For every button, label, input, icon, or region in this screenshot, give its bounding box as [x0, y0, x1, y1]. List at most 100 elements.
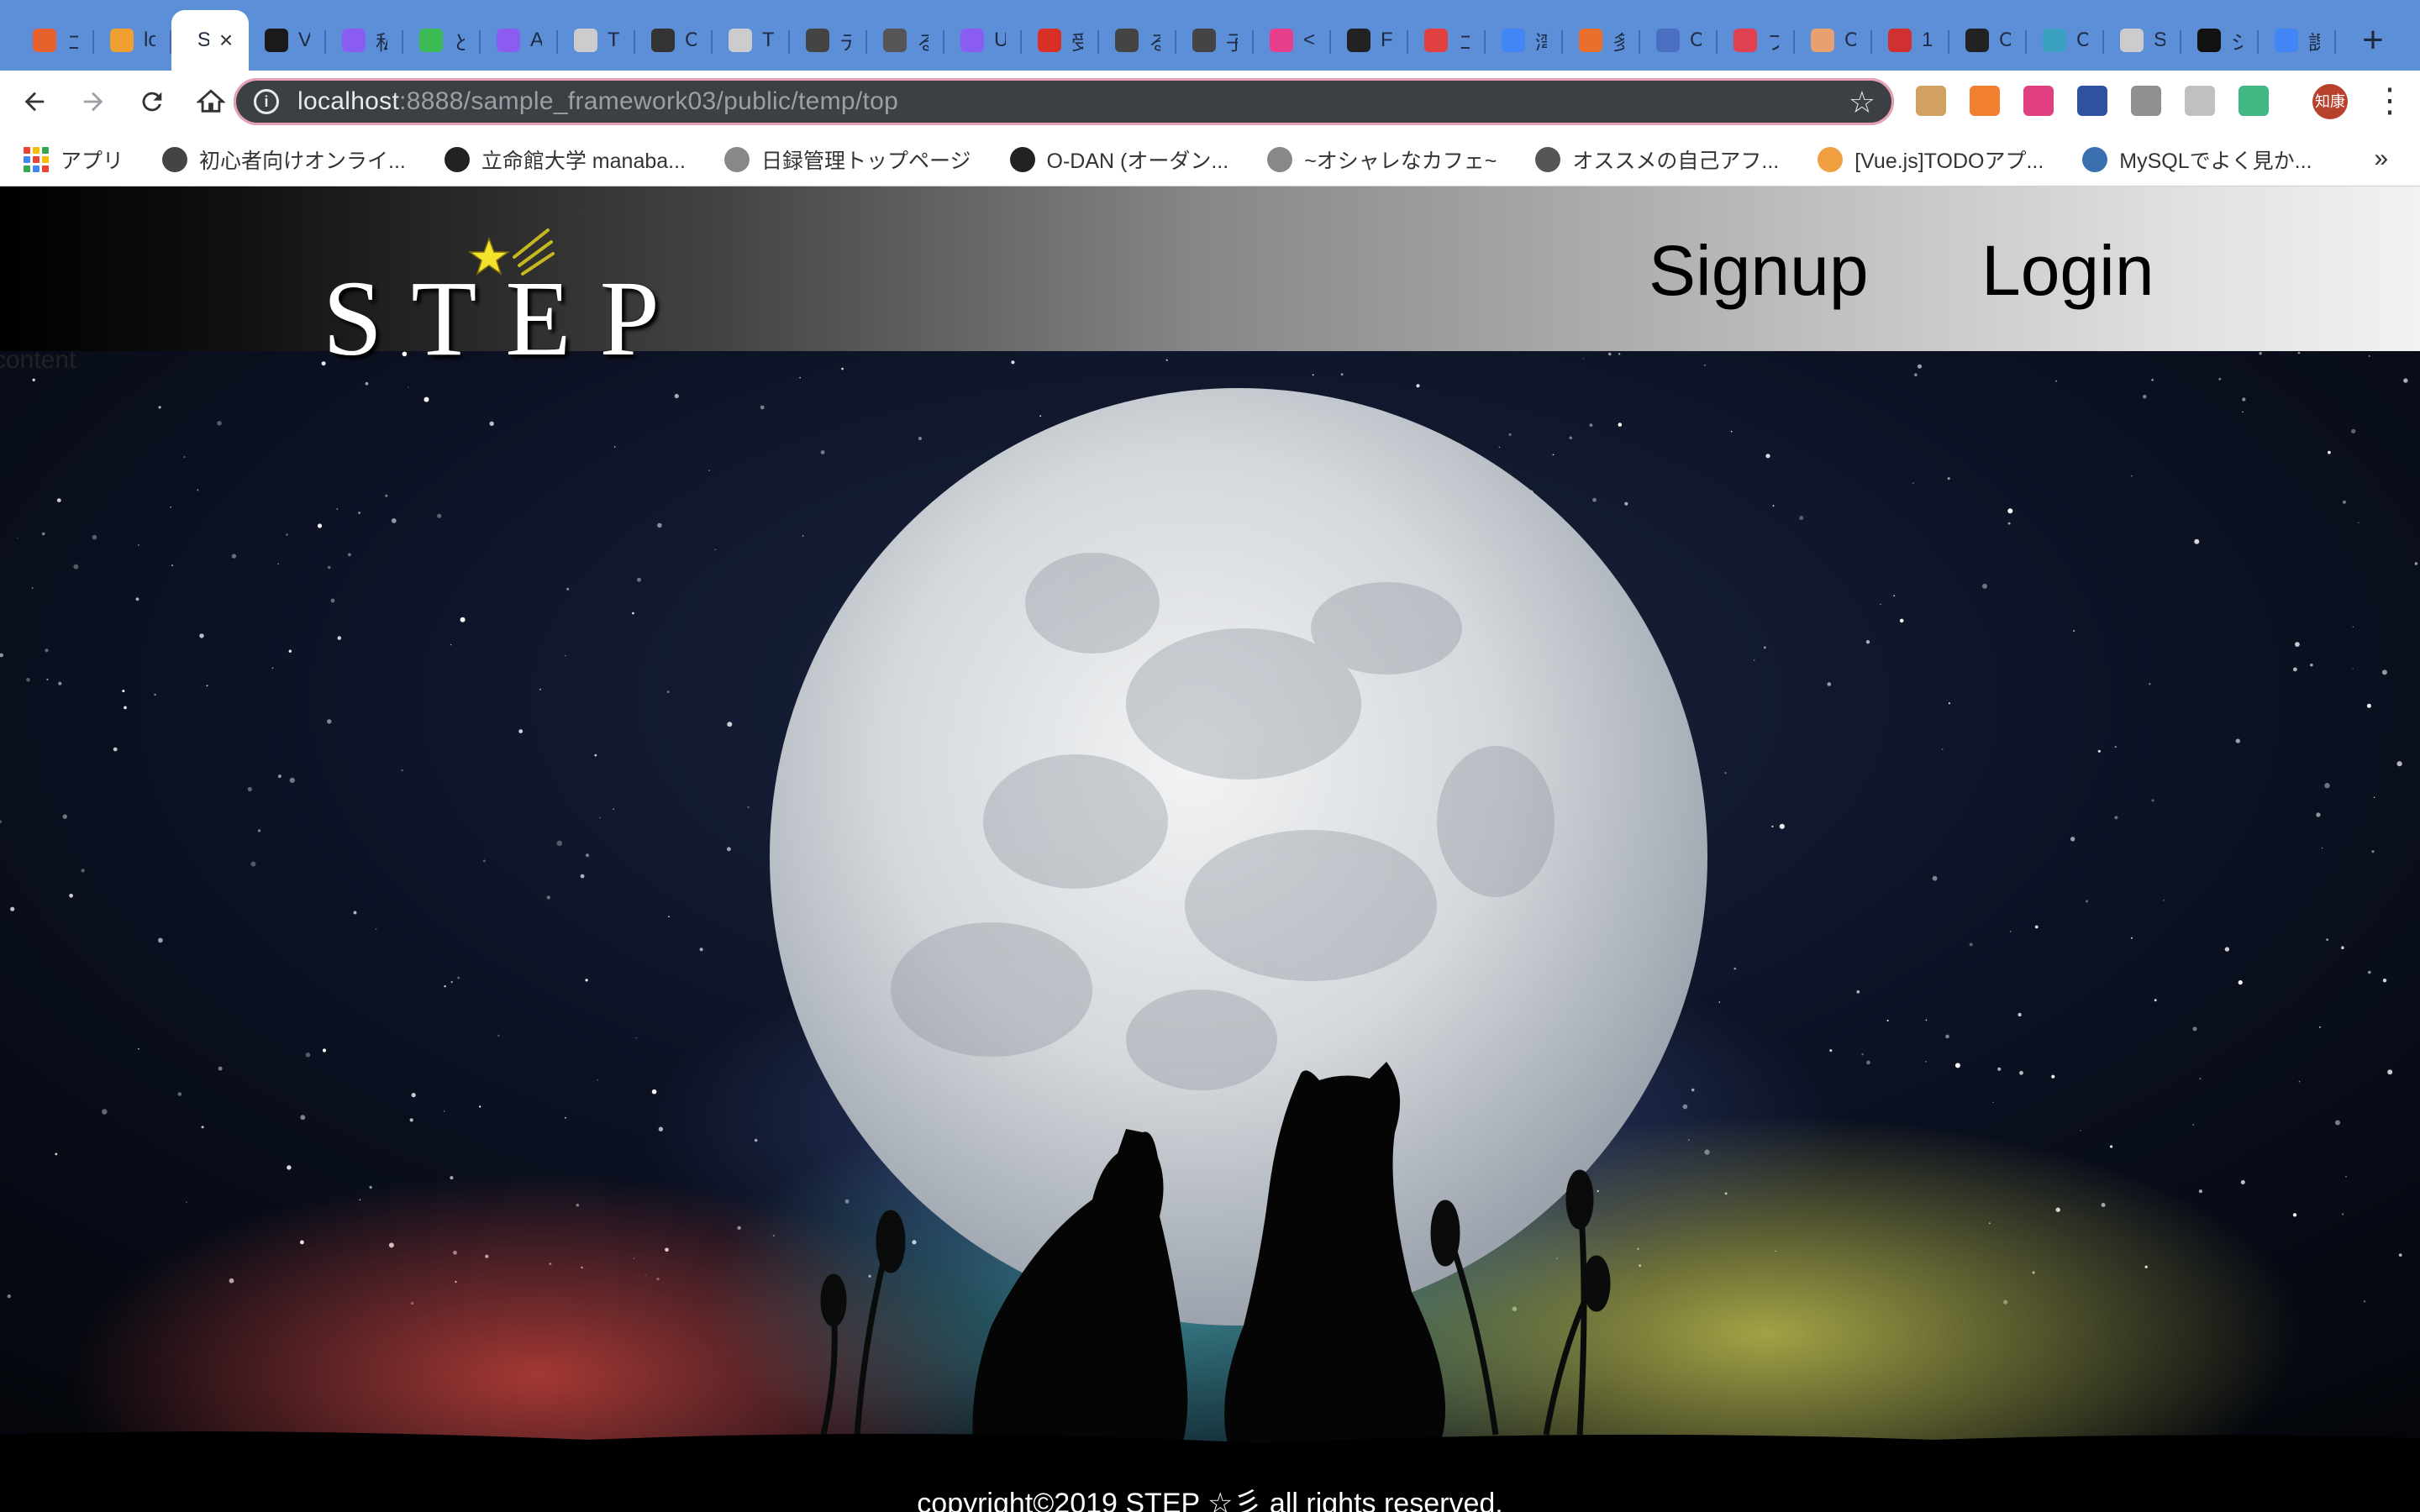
star-dot — [186, 1201, 187, 1203]
star-dot — [1997, 1067, 2002, 1071]
drop-icon — [342, 29, 366, 52]
star-dot — [289, 777, 295, 783]
bookmarks-overflow-icon[interactable]: » — [2374, 144, 2388, 173]
bookmark-item[interactable]: O-DAN (オーダン... — [1009, 144, 1228, 175]
star-dot — [247, 786, 252, 792]
tab[interactable]: る — [1099, 10, 1176, 71]
signup-link[interactable]: Signup — [1649, 230, 1869, 312]
star-dot — [1569, 436, 1573, 440]
cookie-extension-icon[interactable] — [1916, 86, 1946, 116]
tab[interactable]: コ — [1408, 10, 1486, 71]
tab-title: コ — [66, 31, 78, 55]
frame-extension-icon[interactable] — [2077, 86, 2107, 116]
bookmark-item[interactable]: 立命館大学 manaba... — [444, 144, 686, 175]
tab[interactable]: 私 — [326, 10, 403, 71]
forward-button[interactable] — [69, 77, 118, 126]
tab[interactable]: T — [713, 10, 790, 71]
bookmark-item[interactable]: 初心者向けオンライ... — [162, 144, 406, 175]
star-dot — [55, 1152, 58, 1156]
star-dot — [375, 928, 377, 930]
tab[interactable]: C — [2027, 10, 2104, 71]
l-icon — [1579, 29, 1602, 52]
tab[interactable]: 1 — [1872, 10, 1949, 71]
cloud-extension-icon[interactable] — [2185, 86, 2215, 116]
star-dot — [2192, 1124, 2194, 1126]
home-button[interactable] — [187, 77, 235, 126]
bookmark-label: 立命館大学 manaba... — [481, 149, 686, 173]
tab[interactable]: < — [1254, 10, 1331, 71]
bookmark-item[interactable]: 日録管理トップページ — [724, 144, 971, 175]
browser-menu-icon[interactable]: ⋮ — [2373, 81, 2407, 121]
star-dot — [286, 533, 288, 536]
tab-strip: コ lo S × V 私と A T C T テる U 受る子 < F コ湾多 C フ C 1 C C S シ課 + — [0, 0, 2420, 71]
star-dot — [2293, 667, 2297, 672]
step-logo[interactable]: STEP — [323, 223, 660, 378]
star-dot — [2382, 979, 2387, 983]
tab[interactable]: T — [558, 10, 635, 71]
tab-title: F — [1381, 29, 1392, 51]
tab[interactable]: C — [1949, 10, 2027, 71]
tab-title: S — [2154, 29, 2165, 51]
tab-title: フ — [1767, 31, 1779, 55]
bookmark-item[interactable]: [Vue.js]TODOアプ... — [1818, 144, 2044, 175]
back-button[interactable] — [10, 77, 59, 126]
tab[interactable]: S — [2104, 10, 2181, 71]
link-icon — [1656, 29, 1680, 52]
tab[interactable]: 多 — [1563, 10, 1640, 71]
bookmark-item[interactable]: アプリ — [24, 144, 124, 175]
tab[interactable]: 受 — [1022, 10, 1099, 71]
star-dot — [2310, 664, 2313, 667]
ruler-extension-icon[interactable] — [2131, 86, 2161, 116]
tab-active[interactable]: S × — [171, 10, 249, 71]
vue-extension-icon[interactable] — [2238, 86, 2269, 116]
star-dot — [92, 534, 97, 540]
new-tab-button[interactable]: + — [2343, 10, 2403, 71]
bookmark-star-icon[interactable]: ☆ — [1849, 85, 1876, 120]
star-dot — [2238, 980, 2243, 985]
star-dot — [58, 681, 62, 685]
star-dot — [1893, 595, 1896, 597]
star-dot — [460, 617, 466, 622]
bookmark-item[interactable]: ~オシャレなカフェ~ — [1267, 144, 1497, 175]
color-wheel-extension-icon[interactable] — [2023, 86, 2054, 116]
star-dot — [1945, 1034, 1949, 1039]
bookmark-item[interactable]: MySQLでよく見か... — [2082, 144, 2312, 175]
star-dot — [2018, 1012, 2022, 1017]
tab[interactable]: 課 — [2259, 10, 2336, 71]
tab[interactable]: F — [1331, 10, 1408, 71]
tab[interactable]: と — [403, 10, 481, 71]
eraser-extension-icon[interactable] — [1970, 86, 2000, 116]
star-dot — [2373, 796, 2375, 798]
star-dot — [1941, 748, 1944, 750]
address-bar[interactable]: i localhost:8888/sample_framework03/publ… — [234, 78, 1894, 125]
tab[interactable]: A — [481, 10, 558, 71]
tab[interactable]: テ — [790, 10, 867, 71]
tab-close-icon[interactable]: × — [219, 27, 233, 54]
tab[interactable]: lo — [94, 10, 171, 71]
tab[interactable]: シ — [2181, 10, 2259, 71]
tab[interactable]: 子 — [1176, 10, 1254, 71]
login-link[interactable]: Login — [1981, 230, 2154, 312]
bookmark-item[interactable]: オススメの自己アフ... — [1535, 144, 1779, 175]
tab[interactable]: C — [635, 10, 713, 71]
tab[interactable]: コ — [17, 10, 94, 71]
tab[interactable]: C — [1640, 10, 1718, 71]
tab[interactable]: V — [249, 10, 326, 71]
tab[interactable]: C — [1795, 10, 1872, 71]
star-dot — [2194, 538, 2200, 544]
site-info-icon[interactable]: i — [254, 89, 279, 114]
tab[interactable]: 湾 — [1486, 10, 1563, 71]
tab[interactable]: U — [944, 10, 1022, 71]
profile-avatar[interactable]: 知康 — [2312, 84, 2348, 119]
star-dot — [2163, 899, 2165, 901]
tab-title: C — [1690, 29, 1702, 51]
tab-title: A — [530, 29, 542, 51]
star-dot — [1799, 516, 1804, 521]
reload-button[interactable] — [128, 77, 176, 126]
tab-title: 課 — [2308, 31, 2320, 55]
star-dot — [2342, 1213, 2344, 1215]
star-dot — [2398, 1253, 2402, 1257]
url-text[interactable]: localhost:8888/sample_framework03/public… — [297, 87, 898, 116]
tab[interactable]: る — [867, 10, 944, 71]
tab[interactable]: フ — [1718, 10, 1795, 71]
